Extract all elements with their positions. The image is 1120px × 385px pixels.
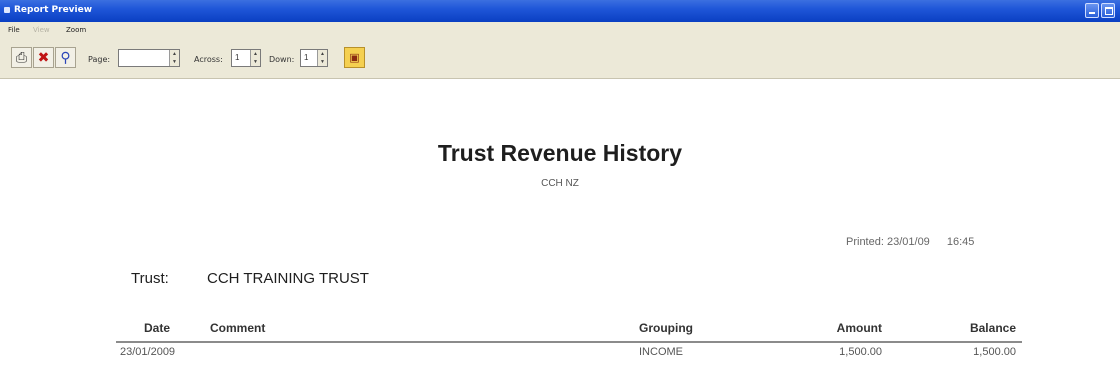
page-label: Page:	[88, 55, 111, 64]
across-label: Across:	[194, 55, 223, 64]
column-header-comment: Comment	[210, 321, 266, 335]
page-stepper-arrows[interactable]: ▲ ▼	[169, 50, 179, 66]
column-header-balance: Balance	[969, 321, 1016, 335]
print-button[interactable]: ⎙	[11, 47, 32, 68]
down-label: Down:	[269, 55, 295, 64]
printed-label: Printed:	[846, 236, 884, 248]
cell-grouping: INCOME	[639, 346, 683, 358]
down-value: 1	[304, 53, 309, 62]
menu-bar: File View Zoom	[0, 22, 1120, 38]
cell-balance: 1,500.00	[973, 346, 1016, 358]
across-spinner[interactable]: 1 ▲ ▼	[231, 49, 261, 67]
menu-zoom[interactable]: Zoom	[66, 26, 86, 34]
report-title: Trust Revenue History	[437, 140, 683, 166]
minimize-button[interactable]	[1085, 3, 1099, 18]
trust-name: CCH TRAINING TRUST	[207, 270, 369, 287]
column-header-date: Date	[144, 321, 171, 335]
close-report-button[interactable]: ✖	[33, 47, 54, 68]
column-header-amount: Amount	[836, 321, 882, 335]
down-stepper-arrows[interactable]: ▲ ▼	[317, 50, 327, 66]
printed-stamp: Printed: 23/01/09 16:45	[846, 236, 974, 248]
toolbar: ⎙ ✖ ⚲ Page: ▲ ▼ Across: 1 ▲ ▼ Down: 1 ▲ ▼ ▣	[0, 38, 1120, 79]
across-value: 1	[235, 53, 240, 62]
page-spinner[interactable]: ▲ ▼	[118, 49, 180, 67]
printed-date: 23/01/09	[886, 236, 930, 248]
report-subtitle: CCH NZ	[541, 178, 579, 189]
export-button[interactable]: ▣	[344, 47, 365, 68]
column-header-grouping: Grouping	[639, 321, 693, 335]
cell-amount: 1,500.00	[839, 346, 882, 358]
app-icon	[4, 7, 10, 13]
zoom-button[interactable]: ⚲	[55, 47, 76, 68]
restore-button[interactable]	[1101, 3, 1115, 18]
title-bar: Report Preview	[0, 0, 1120, 22]
cell-date: 23/01/2009	[120, 346, 176, 358]
down-spinner[interactable]: 1 ▲ ▼	[300, 49, 328, 67]
menu-view[interactable]: View	[33, 26, 50, 34]
export-icon: ▣	[349, 51, 360, 64]
close-icon: ✖	[37, 50, 50, 66]
printed-time: 16:45	[946, 236, 975, 248]
printer-icon: ⎙	[15, 50, 28, 66]
menu-file[interactable]: File	[8, 26, 20, 34]
across-stepper-arrows[interactable]: ▲ ▼	[250, 50, 260, 66]
header-divider	[116, 341, 1022, 343]
window-title: Report Preview	[14, 5, 93, 15]
magnifier-icon: ⚲	[60, 50, 71, 66]
trust-label: Trust:	[131, 270, 169, 287]
